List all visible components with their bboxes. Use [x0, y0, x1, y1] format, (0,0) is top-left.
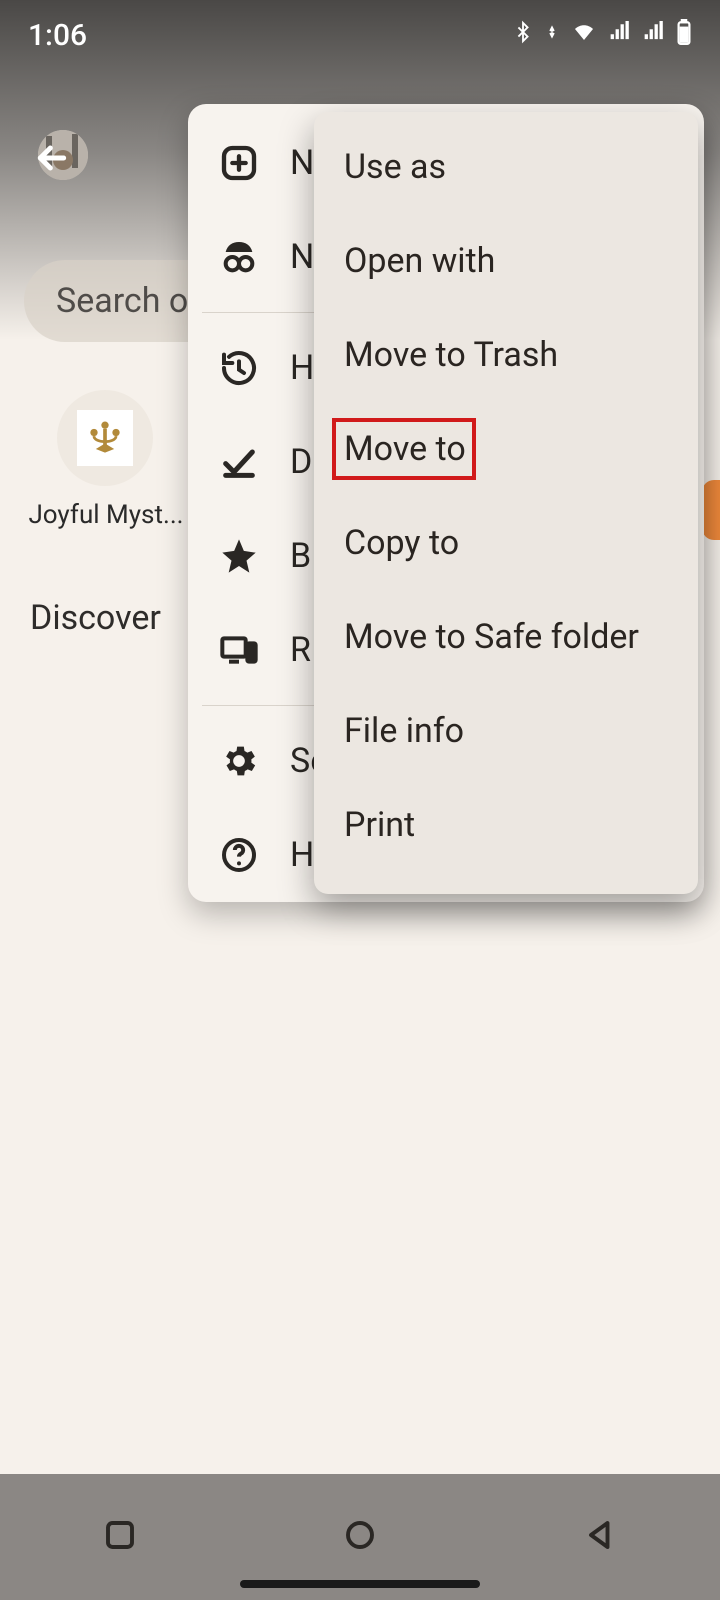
devices-icon — [216, 627, 262, 673]
done-icon — [216, 439, 262, 485]
grid-item-label: Joyful Myst... — [28, 500, 184, 530]
menu-move-to-safe[interactable]: Move to Safe folder — [314, 590, 698, 684]
grid-item-thumb — [57, 390, 153, 486]
peek-item-right[interactable] — [702, 480, 720, 540]
menu-move-to[interactable]: Move to — [332, 418, 476, 480]
signal2-icon — [642, 21, 666, 49]
wifi-icon — [570, 20, 598, 50]
primary-menu-label: B — [290, 536, 311, 576]
signal1-icon — [608, 21, 632, 49]
back-arrow-icon[interactable] — [32, 138, 72, 182]
nav-back-icon[interactable] — [582, 1517, 618, 1557]
grid-item-emblem-icon — [77, 410, 133, 466]
menu-move-to-trash[interactable]: Move to Trash — [314, 308, 698, 402]
menu-print[interactable]: Print — [314, 778, 698, 872]
star-icon — [216, 533, 262, 579]
nav-recents-icon[interactable] — [102, 1517, 138, 1557]
status-bar: 1:06 — [0, 0, 720, 70]
gear-icon — [216, 738, 262, 784]
plus-box-icon — [216, 140, 262, 186]
nav-home-icon[interactable] — [342, 1517, 378, 1557]
menu-copy-to[interactable]: Copy to — [314, 496, 698, 590]
primary-menu-label: D — [290, 442, 312, 482]
primary-menu-label: H — [290, 348, 314, 388]
status-time: 1:06 — [28, 18, 87, 53]
gesture-pill[interactable] — [240, 1580, 480, 1588]
primary-menu-label: H — [290, 835, 314, 875]
search-placeholder: Search or — [56, 281, 200, 321]
help-icon — [216, 832, 262, 878]
status-icons — [512, 19, 692, 51]
menu-open-with[interactable]: Open with — [314, 214, 698, 308]
menu-use-as[interactable]: Use as — [314, 120, 698, 214]
primary-menu-label: N — [290, 143, 314, 183]
history-icon — [216, 345, 262, 391]
menu-file-info[interactable]: File info — [314, 684, 698, 778]
grid-item-0[interactable]: Joyful Myst... — [50, 390, 160, 530]
section-discover: Discover — [30, 598, 161, 638]
location-icon — [544, 21, 560, 49]
system-nav-bar — [0, 1474, 720, 1600]
primary-menu-label: N — [290, 237, 314, 277]
incognito-icon — [216, 234, 262, 280]
context-menu: Use as Open with Move to Trash Move to C… — [314, 112, 698, 894]
primary-menu-label: R — [290, 630, 311, 670]
battery-icon — [676, 19, 692, 51]
bluetooth-icon — [512, 19, 534, 51]
